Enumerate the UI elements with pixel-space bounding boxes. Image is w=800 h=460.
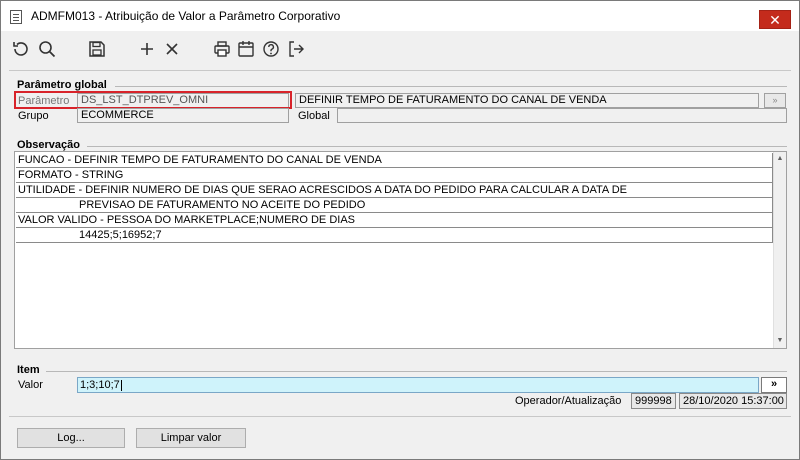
observacao-header: Observação [17, 139, 80, 151]
save-icon[interactable] [87, 39, 107, 59]
parametro-lookup-button[interactable]: » [764, 93, 786, 108]
valor-input[interactable]: 1;3;10;7 [77, 377, 759, 393]
main-window: ADMFM013 - Atribuição de Valor a Parâmet… [0, 0, 800, 460]
atualizacao-field: 28/10/2020 15:37:00 [679, 393, 787, 409]
highlight-box [14, 91, 292, 109]
item-header: Item [17, 364, 40, 376]
toolbar-divider [9, 70, 791, 71]
help-icon[interactable] [261, 39, 281, 59]
vertical-scrollbar[interactable]: ▲ ▼ [773, 152, 786, 348]
delete-icon[interactable] [162, 39, 182, 59]
text-caret [120, 379, 122, 391]
grupo-field[interactable]: ECOMMERCE [77, 108, 289, 123]
limpar-valor-button[interactable]: Limpar valor [136, 428, 246, 448]
footer-divider [9, 416, 791, 417]
valor-more-button[interactable]: » [761, 377, 787, 393]
print-icon[interactable] [212, 39, 232, 59]
group-divider [87, 146, 787, 147]
exit-icon[interactable] [286, 39, 306, 59]
observacao-text-area[interactable]: FUNCAO - DEFINIR TEMPO DE FATURAMENTO DO… [14, 151, 787, 349]
log-button[interactable]: Log... [17, 428, 125, 448]
global-field[interactable] [337, 108, 787, 123]
grupo-label: Grupo [18, 110, 49, 122]
search-icon[interactable] [37, 39, 57, 59]
document-icon [10, 10, 22, 24]
title-bar: ADMFM013 - Atribuição de Valor a Parâmet… [1, 1, 799, 31]
observacao-line: 14425;5;16952;7 [16, 228, 773, 243]
observacao-line: PREVISAO DE FATURAMENTO NO ACEITE DO PED… [16, 198, 773, 213]
toolbar [1, 32, 799, 66]
observacao-line: VALOR VALIDO - PESSOA DO MARKETPLACE;NUM… [16, 213, 773, 228]
group-divider [115, 86, 787, 87]
scroll-down-icon[interactable]: ▼ [774, 334, 786, 348]
operador-label: Operador/Atualização [515, 395, 622, 407]
calendar-icon[interactable] [236, 39, 256, 59]
observacao-line: UTILIDADE - DEFINIR NUMERO DE DIAS QUE S… [16, 183, 773, 198]
parametro-global-header: Parâmetro global [17, 79, 107, 91]
valor-label: Valor [18, 379, 43, 391]
group-divider [46, 371, 787, 372]
refresh-icon[interactable] [11, 39, 31, 59]
scroll-up-icon[interactable]: ▲ [774, 152, 786, 166]
parametro-description-field[interactable]: DEFINIR TEMPO DE FATURAMENTO DO CANAL DE… [295, 93, 759, 108]
add-icon[interactable] [137, 39, 157, 59]
close-button[interactable]: ✕ [759, 10, 791, 29]
observacao-line: FORMATO - STRING [16, 168, 773, 183]
global-label: Global [298, 110, 330, 122]
observacao-line: FUNCAO - DEFINIR TEMPO DE FATURAMENTO DO… [16, 153, 773, 168]
window-title: ADMFM013 - Atribuição de Valor a Parâmet… [31, 9, 341, 23]
valor-text: 1;3;10;7 [80, 379, 120, 391]
operador-field: 999998 [631, 393, 676, 409]
